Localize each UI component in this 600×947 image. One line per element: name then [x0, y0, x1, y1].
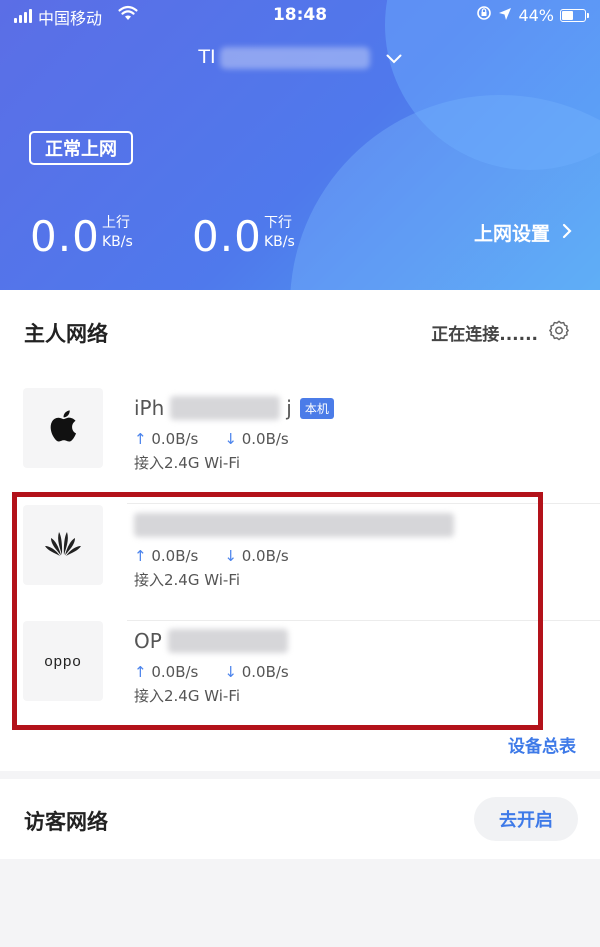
device-name: iPh: [134, 396, 165, 420]
redacted-text: [170, 396, 281, 420]
status-right: 44%: [476, 5, 589, 25]
download-rate: 0.0B/s: [241, 547, 289, 565]
connection-type: 接入2.4G Wi-Fi: [134, 687, 241, 705]
download-rate: 0.0B/s: [241, 663, 289, 681]
network-name: TI: [198, 46, 216, 68]
host-network-card: 主人网络 正在连接...... iPh j 本机 ↑ 0.0B/s ↓ 0.0B…: [0, 290, 600, 771]
device-item[interactable]: ↑ 0.0B/s ↓ 0.0B/s 接入2.4G Wi-Fi: [0, 505, 600, 621]
battery-percent: 44%: [518, 5, 554, 25]
device-item[interactable]: oppo OP ↑ 0.0B/s ↓ 0.0B/s 接入2.4G Wi-Fi: [0, 621, 600, 737]
gear-icon: [548, 319, 570, 346]
download-unit: KB/s: [264, 234, 295, 250]
arrow-down-icon: ↓: [224, 663, 237, 681]
download-label: 下行: [264, 215, 292, 231]
arrow-up-icon: ↑: [134, 547, 147, 565]
guest-network-card: 访客网络 去开启: [0, 779, 600, 859]
huawei-icon: [43, 528, 83, 562]
device-rates: ↑ 0.0B/s ↓ 0.0B/s: [134, 663, 289, 681]
chevron-down-icon: [386, 47, 402, 69]
internet-settings-label: 上网设置: [473, 223, 550, 245]
upload-unit: KB/s: [102, 234, 133, 250]
guest-network-title: 访客网络: [24, 810, 108, 834]
chevron-right-icon: [562, 222, 572, 244]
device-name-suffix: j: [286, 396, 292, 420]
upload-label: 上行: [102, 215, 130, 231]
status-badge: 正常上网: [29, 131, 133, 165]
device-logo: [23, 388, 103, 468]
arrow-down-icon: ↓: [224, 430, 237, 448]
enable-guest-button[interactable]: 去开启: [474, 797, 578, 841]
redacted-text: [167, 629, 288, 653]
device-rates: ↑ 0.0B/s ↓ 0.0B/s: [134, 547, 289, 565]
connection-status[interactable]: 正在连接......: [431, 319, 570, 346]
status-bar: 中国移动 18:48 44%: [0, 0, 600, 32]
device-logo: [23, 505, 103, 585]
connection-type: 接入2.4G Wi-Fi: [134, 571, 241, 589]
connection-type: 接入2.4G Wi-Fi: [134, 454, 241, 472]
header: 中国移动 18:48 44% TI 正常上网 0.0 上行 KB/s 0.0 下…: [0, 0, 600, 290]
device-name: OP: [134, 629, 162, 653]
connection-status-label: 正在连接......: [431, 325, 538, 345]
arrow-up-icon: ↑: [134, 430, 147, 448]
lock-rotation-icon: [476, 5, 492, 25]
location-icon: [498, 6, 512, 25]
internet-settings-link[interactable]: 上网设置: [474, 219, 572, 246]
arrow-up-icon: ↑: [134, 663, 147, 681]
device-item[interactable]: iPh j 本机 ↑ 0.0B/s ↓ 0.0B/s 接入2.4G Wi-Fi: [0, 388, 600, 504]
arrow-down-icon: ↓: [224, 547, 237, 565]
device-logo: oppo: [23, 621, 103, 701]
device-rates: ↑ 0.0B/s ↓ 0.0B/s: [134, 430, 289, 448]
host-network-title: 主人网络: [24, 322, 108, 346]
divider: [127, 503, 600, 504]
redacted-device-name: [134, 513, 454, 537]
download-rate: 0.0B/s: [241, 430, 289, 448]
device-list-link[interactable]: 设备总表: [508, 732, 576, 757]
download-value: 0.0: [192, 212, 262, 261]
network-selector[interactable]: TI: [0, 46, 600, 69]
battery-icon: [560, 8, 589, 22]
upload-value: 0.0: [30, 212, 100, 261]
oppo-icon: oppo: [44, 652, 82, 670]
upload-rate: 0.0B/s: [151, 547, 199, 565]
apple-icon: [48, 409, 78, 447]
redacted-text: [219, 46, 370, 69]
upload-rate: 0.0B/s: [151, 663, 199, 681]
this-device-badge: 本机: [299, 397, 334, 419]
upload-rate: 0.0B/s: [151, 430, 199, 448]
